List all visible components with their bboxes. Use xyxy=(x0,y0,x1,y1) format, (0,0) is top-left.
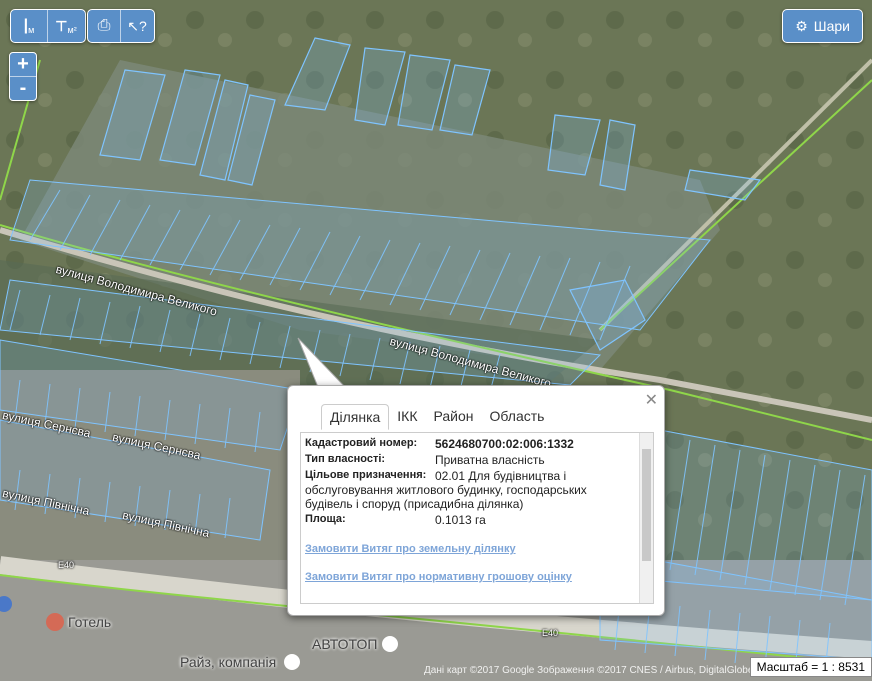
print-icon: ⎙ xyxy=(97,17,111,34)
map-attribution: Дані карт ©2017 Google Зображення ©2017 … xyxy=(424,665,754,676)
parcel-details-panel: Кадастровий номер: 5624680700:02:006:133… xyxy=(300,432,654,604)
order-extract-link[interactable]: Замовити Витяг про земельну ділянку xyxy=(305,543,635,555)
poi-autotop[interactable]: АВТОТОП xyxy=(312,636,377,652)
pointer-question-icon: ↖? xyxy=(127,17,147,34)
tab-parcel[interactable]: Ділянка xyxy=(321,404,390,430)
measure-toolbar: | м ⊤ м² xyxy=(10,9,86,43)
cadastral-number-value: 5624680700:02:006:1332 xyxy=(435,437,574,451)
identify-button[interactable]: ↖? xyxy=(120,10,153,42)
zoom-out-button[interactable]: - xyxy=(10,76,36,100)
cadastral-number-label: Кадастровий номер: xyxy=(305,437,418,449)
order-valuation-link[interactable]: Замовити Витяг про нормативну грошову оц… xyxy=(305,571,635,583)
poi-raiz[interactable]: Райз, компанія xyxy=(180,654,276,670)
layers-label: Шари xyxy=(813,18,850,34)
area-value: 0.1013 га xyxy=(435,513,486,527)
close-icon[interactable]: ✕ xyxy=(645,390,658,410)
tab-ikk[interactable]: ІКК xyxy=(389,404,425,430)
ownership-type-value: Приватна власність xyxy=(435,453,545,467)
purpose-value-line1: 02.01 Для будівництва і xyxy=(435,469,567,483)
tab-region[interactable]: Область xyxy=(482,404,553,430)
hotel-icon xyxy=(46,613,64,631)
measure-area-button[interactable]: ⊤ м² xyxy=(47,10,84,42)
ownership-type-label: Тип власності: xyxy=(305,453,386,465)
print-button[interactable]: ⎙ xyxy=(88,10,120,42)
zoom-control: + - xyxy=(9,52,37,101)
tab-district[interactable]: Район xyxy=(426,404,482,430)
gear-icon: ⚙ xyxy=(795,17,808,34)
purpose-label: Цільове призначення: xyxy=(305,469,427,481)
print-info-toolbar: ⎙ ↖? xyxy=(87,9,155,43)
area-label: Площа: xyxy=(305,513,346,525)
raiz-pin-icon xyxy=(284,654,300,670)
scrollbar-thumb[interactable] xyxy=(642,449,651,561)
autotop-pin-icon xyxy=(382,636,398,652)
measure-area-label: м² xyxy=(67,25,77,35)
panel-scrollbar[interactable] xyxy=(639,433,653,603)
popup-tabs: Ділянка ІКК Район Область xyxy=(321,404,552,430)
zoom-in-button[interactable]: + xyxy=(10,53,36,76)
area-icon: ⊤ xyxy=(55,17,68,34)
measure-line-button[interactable]: | м xyxy=(11,10,47,42)
layers-button[interactable]: ⚙ Шари xyxy=(782,9,863,43)
parcel-info-popup: ✕ Ділянка ІКК Район Область Кадастровий … xyxy=(287,385,665,616)
measure-line-label: м xyxy=(28,25,35,35)
purpose-value-line2: обслуговування житлового будинку, господ… xyxy=(305,483,587,511)
road-label: E40 xyxy=(542,628,559,638)
scale-indicator: Масштаб = 1 : 8531 xyxy=(749,657,872,677)
poi-hotel[interactable]: Готель xyxy=(68,614,111,630)
road-label: E40 xyxy=(58,560,75,570)
